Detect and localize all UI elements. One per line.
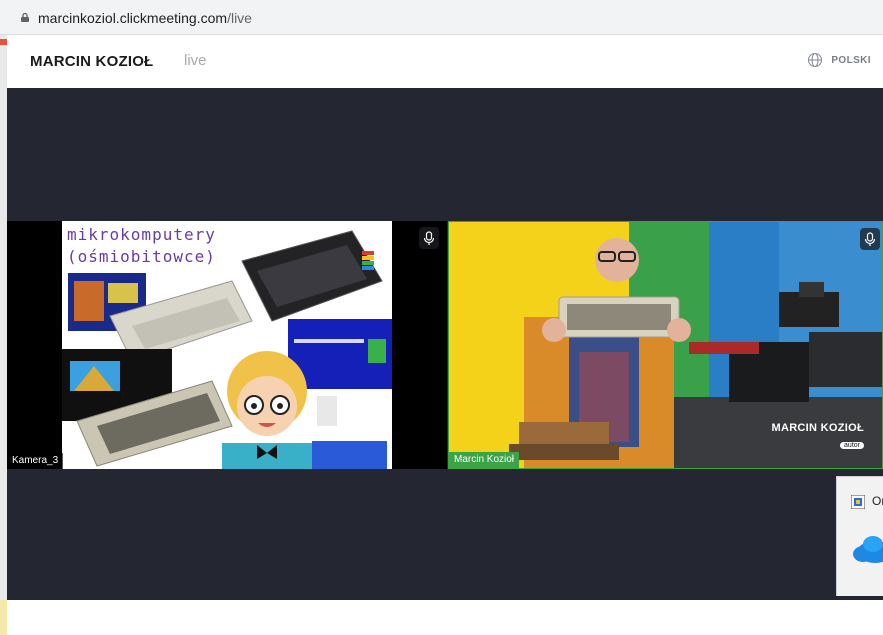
url-path: /live: [227, 10, 252, 26]
video-tile-presenter[interactable]: MARCIN KOZIOŁ autor Marcin Kozioł: [448, 221, 883, 469]
presentation-slide: mikrokomputery (ośmiobitowce): [62, 221, 392, 469]
slide-artwork: [62, 230, 392, 469]
microphone-icon: [423, 230, 435, 245]
url-host: marcinkoziol.clickmeeting.com: [38, 10, 228, 26]
brand-logo-text[interactable]: MARCIN KOZIOŁ: [30, 53, 153, 70]
app-icon: [851, 495, 865, 509]
mic-button-presenter[interactable]: [860, 228, 880, 250]
browser-side-strip: [0, 35, 7, 635]
microphone-icon: [864, 231, 876, 246]
language-switcher[interactable]: POLSKI: [807, 52, 871, 68]
taskbar-marker: [0, 600, 7, 635]
browser-address-bar[interactable]: marcinkoziol.clickmeeting.com/live: [0, 0, 883, 35]
url-text[interactable]: marcinkoziol.clickmeeting.com/live: [38, 10, 252, 26]
site-header: MARCIN KOZIOŁ live POLSKI: [7, 35, 883, 88]
participant-name-tag: Marcin Kozioł: [449, 452, 520, 468]
participant-name-tag: Kamera_3: [7, 453, 64, 469]
lower-third-name: MARCIN KOZIOŁ: [771, 422, 864, 434]
lower-third-role: autor: [840, 442, 864, 449]
video-tile-camera-3[interactable]: mikrokomputery (ośmiobitowce) Kamera_3: [7, 221, 447, 469]
lock-icon: [21, 13, 29, 22]
notification-text: Or: [872, 494, 883, 508]
globe-icon: [808, 52, 823, 68]
onedrive-icon: [853, 536, 883, 563]
mic-button-camera-3[interactable]: [419, 227, 439, 249]
presenter-lower-third: MARCIN KOZIOŁ autor: [771, 422, 864, 452]
meeting-stage: mikrokomputery (ośmiobitowce) Kamera_3 M…: [7, 88, 883, 600]
live-status-label: live: [184, 52, 207, 69]
tab-marker: [0, 39, 7, 45]
language-label: POLSKI: [831, 54, 871, 66]
system-notification[interactable]: Or: [836, 476, 883, 596]
